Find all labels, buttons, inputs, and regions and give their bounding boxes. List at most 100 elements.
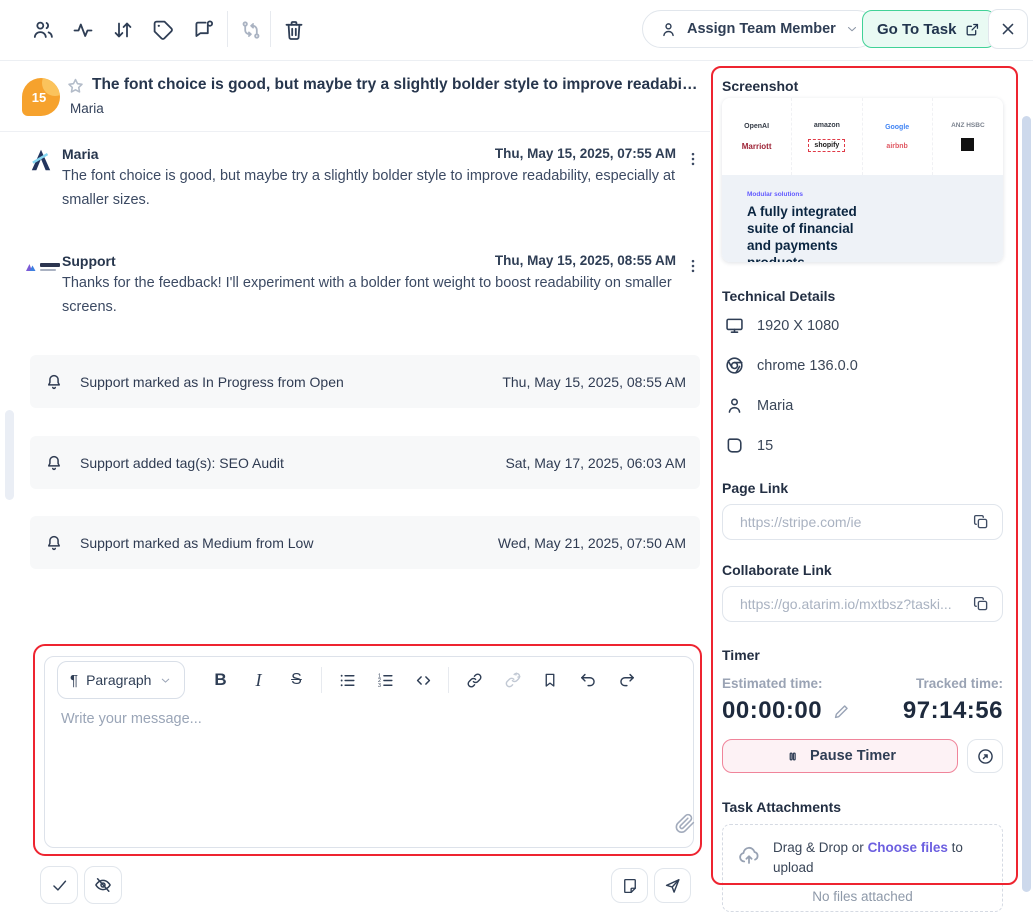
bell-icon [44, 533, 64, 553]
link-button[interactable] [455, 661, 493, 699]
hero-line: and payments [747, 237, 1003, 254]
logo-cell: OpenAI Marriott [722, 98, 792, 175]
undo-button[interactable] [569, 661, 607, 699]
screenshot-hero: Modular solutions A fully integrated sui… [722, 175, 1003, 262]
tag-button[interactable] [150, 17, 176, 43]
copy-page-link-button[interactable] [972, 513, 990, 531]
italic-button[interactable]: I [239, 661, 277, 699]
activity-row: Support marked as In Progress from Open … [30, 355, 700, 408]
toolbar-divider [270, 11, 271, 47]
eye-off-icon [93, 875, 113, 895]
unlink-button[interactable] [493, 661, 531, 699]
reporter-value: Maria [757, 398, 793, 414]
redo-button[interactable] [607, 661, 645, 699]
resolve-button[interactable] [40, 866, 78, 904]
screenshot-thumbnail[interactable]: OpenAI Marriott amazon shopify Google ai… [722, 98, 1003, 262]
comment-status-button[interactable] [190, 17, 216, 43]
logo-airbnb: airbnb [885, 143, 909, 150]
link-icon [465, 671, 484, 690]
collaborators-button[interactable] [30, 17, 56, 43]
close-panel-button[interactable] [988, 9, 1028, 49]
transfer-button[interactable] [238, 17, 264, 43]
internal-note-visibility-button[interactable] [84, 866, 122, 904]
sort-arrows-icon [111, 18, 135, 42]
trash-icon [282, 18, 306, 42]
page-link-heading: Page Link [722, 480, 788, 496]
drop-text-prefix: Drag & Drop or [773, 840, 864, 855]
bell-icon [44, 453, 64, 473]
logo-cell: Google airbnb [863, 98, 933, 175]
close-icon [998, 19, 1018, 39]
comment-menu-button[interactable] [684, 255, 702, 277]
paperclip-icon [675, 813, 696, 834]
bold-button[interactable]: B [201, 661, 239, 699]
logo-openai: OpenAI [742, 123, 772, 130]
pause-timer-label: Pause Timer [810, 748, 896, 764]
activity-text: Support added tag(s): SEO Audit [80, 455, 489, 471]
copy-collaborate-link-button[interactable] [972, 595, 990, 613]
logo-cell: ANZ HSBC [933, 98, 1003, 175]
task-title: The font choice is good, but maybe try a… [92, 76, 700, 94]
monitor-icon [724, 315, 745, 336]
comment-menu-button[interactable] [684, 148, 702, 170]
task-attachments-heading: Task Attachments [722, 799, 841, 815]
logo-shopify-selected: shopify [808, 139, 845, 152]
attach-file-button[interactable] [675, 813, 696, 834]
activity-button[interactable] [70, 17, 96, 43]
chevron-down-icon [845, 22, 859, 36]
logo-cell: amazon shopify [792, 98, 862, 175]
assign-label: Assign Team Member [687, 21, 836, 37]
avatar [28, 146, 54, 174]
logo-banks: ANZ HSBC [951, 122, 985, 129]
strikethrough-button[interactable]: S [277, 661, 315, 699]
collaborate-link-field [722, 586, 1003, 622]
activity-timestamp: Wed, May 21, 2025, 07:50 AM [498, 535, 686, 551]
pilcrow-icon: ¶ [70, 672, 78, 689]
message-input[interactable] [59, 709, 678, 838]
send-icon [663, 876, 682, 895]
sort-button[interactable] [110, 17, 136, 43]
collaborate-link-input[interactable] [738, 595, 972, 613]
logo-amazon: amazon [808, 122, 845, 129]
assign-team-member-dropdown[interactable]: Assign Team Member [642, 10, 876, 48]
timer-heading: Timer [722, 647, 760, 663]
ordered-list-button[interactable]: 123 [366, 661, 404, 699]
right-scrollbar-thumb[interactable] [1022, 116, 1031, 892]
check-icon [50, 876, 69, 895]
squircle-tag-icon [724, 435, 745, 456]
paragraph-style-dropdown[interactable]: ¶ Paragraph [57, 661, 185, 699]
note-button[interactable] [611, 868, 648, 903]
left-scrollbar-thumb[interactable] [5, 410, 14, 500]
go-to-task-button[interactable]: Go To Task [862, 10, 996, 48]
activity-row: Support marked as Medium from Low Wed, M… [30, 516, 700, 569]
task-tag-value: 15 [757, 438, 773, 454]
comment-flag-icon [191, 18, 215, 42]
bookmark-icon [541, 671, 559, 689]
chevron-down-icon [159, 674, 172, 687]
screenshot-heading: Screenshot [722, 78, 798, 94]
delete-task-button[interactable] [281, 17, 307, 43]
choose-files-link[interactable]: Choose files [868, 840, 948, 855]
send-button[interactable] [654, 868, 691, 903]
pause-timer-button[interactable]: Pause Timer [722, 739, 958, 773]
screenshot-logo-grid: OpenAI Marriott amazon shopify Google ai… [722, 98, 1003, 175]
activity-timestamp: Thu, May 15, 2025, 08:55 AM [502, 374, 686, 390]
task-number-badge: 15 [22, 78, 60, 116]
task-author: Maria [70, 101, 104, 116]
logo-google: Google [885, 124, 909, 131]
header-toolbar: Assign Team Member Go To Task [0, 0, 1033, 61]
bookmark-button[interactable] [531, 661, 569, 699]
kebab-menu-icon [684, 148, 702, 170]
collaborate-link-heading: Collaborate Link [722, 562, 832, 578]
bullet-list-button[interactable] [328, 661, 366, 699]
comment-body: The font choice is good, but maybe try a… [62, 164, 680, 212]
paragraph-label: Paragraph [86, 672, 151, 688]
page-link-input[interactable] [738, 513, 972, 531]
favorite-star-button[interactable] [65, 76, 86, 97]
comment-body: Thanks for the feedback! I'll experiment… [62, 271, 680, 319]
bold-label: B [214, 670, 226, 690]
logo-mark [961, 138, 974, 151]
time-log-button[interactable] [967, 739, 1003, 773]
code-button[interactable] [404, 661, 442, 699]
page-link-field [722, 504, 1003, 540]
